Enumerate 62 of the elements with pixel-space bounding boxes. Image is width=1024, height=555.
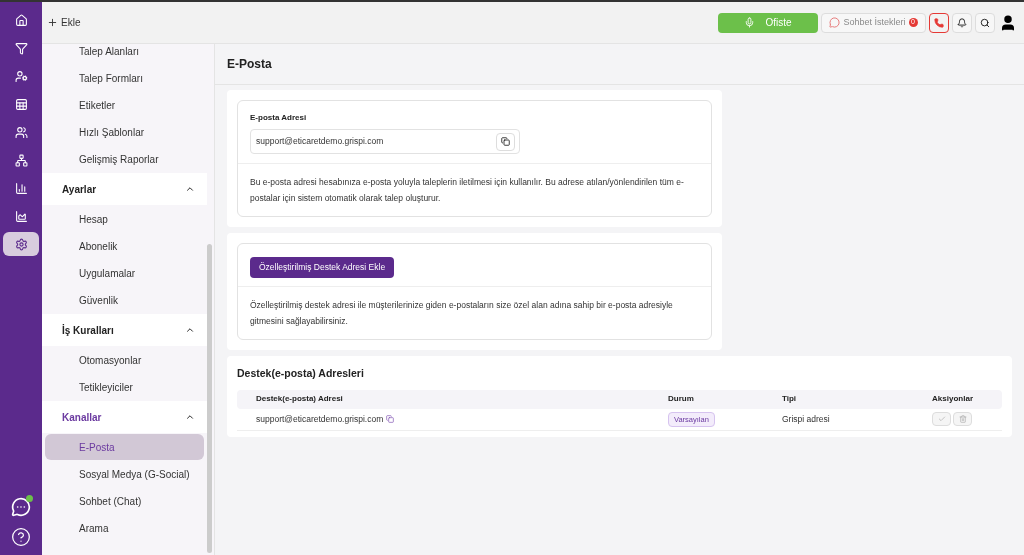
- section-header[interactable]: İş Kuralları: [62, 322, 114, 338]
- column-header: Aksiyonlar: [932, 393, 973, 406]
- copy-icon: [501, 137, 510, 146]
- settings-icon: [14, 237, 28, 251]
- phone-icon: [934, 17, 944, 28]
- sidebar-item[interactable]: Güvenlik: [45, 287, 204, 313]
- sidebar-item[interactable]: Talep Formları: [45, 65, 204, 91]
- sidebar-item[interactable]: E-Posta: [45, 434, 204, 460]
- description-text: Özelleştirilmiş destek adresi ile müşterilerinize giden e-postaların size özel alan adına sahip bir e-posta adresiyle gitmesini sağlayabilirsiniz.: [249, 298, 674, 328]
- trash-icon: [958, 415, 967, 424]
- nav-button[interactable]: [3, 232, 39, 256]
- section-title: Destek(e-posta) Adresleri: [237, 365, 365, 381]
- user-gear-icon: [14, 69, 28, 83]
- filter-icon: [14, 41, 28, 55]
- check-icon: [937, 415, 946, 424]
- bar-chart-icon: [14, 181, 28, 195]
- sidebar-item[interactable]: Hesap: [45, 206, 204, 232]
- sidebar-item[interactable]: Gelişmiş Raporlar: [45, 146, 204, 172]
- sidebar-item[interactable]: Sosyal Medya (G-Social): [45, 461, 204, 487]
- search-icon: [980, 17, 990, 28]
- sidebar-item[interactable]: Sohbet (Chat): [45, 488, 204, 514]
- help-icon[interactable]: [11, 527, 31, 547]
- field-label: E-posta Adresi: [250, 112, 308, 124]
- add-address-button[interactable]: Özelleştirilmiş Destek Adresi Ekle: [250, 256, 395, 278]
- sidebar-item[interactable]: Etiketler: [45, 92, 204, 118]
- column-header: Destek(e-posta) Adresi: [256, 393, 344, 406]
- chat-bubble-icon[interactable]: [11, 497, 31, 517]
- page-title: E-Posta: [227, 56, 272, 73]
- home-icon: [14, 13, 28, 27]
- message-icon: [829, 17, 841, 28]
- table-icon: [14, 97, 28, 111]
- notifications-button[interactable]: [952, 12, 972, 33]
- bell-icon: [957, 17, 967, 28]
- table-cell: support@eticaretdemo.grispi.com: [256, 412, 384, 426]
- scrollbar-thumb[interactable]: [207, 244, 212, 553]
- sidebar-item[interactable]: Arama: [45, 515, 204, 541]
- email-field[interactable]: support@eticaretdemo.grispi.com: [250, 129, 520, 154]
- plus-icon: [47, 17, 58, 28]
- sidebar-item[interactable]: Talep Alanları: [45, 44, 204, 64]
- copy-button[interactable]: [496, 132, 515, 151]
- description-text: Bu e-posta adresi hesabınıza e-posta yoluyla taleplerin iletilmesi için kullanılır. Bu adrese atılan/yönlendirilen tüm e-postalar için sistem otomatik olarak talep oluşturur.: [249, 176, 685, 205]
- column-header: Tipi: [782, 393, 798, 406]
- chevron-icon[interactable]: [185, 325, 195, 335]
- chevron-icon[interactable]: [185, 412, 195, 422]
- sidebar-item[interactable]: Uygulamalar: [45, 260, 204, 286]
- search-button[interactable]: [975, 12, 995, 33]
- table-cell-text: Grispi adresi: [782, 412, 831, 426]
- user-avatar-icon[interactable]: [999, 13, 1017, 32]
- sidebar-item[interactable]: Abonelik: [45, 233, 204, 259]
- section-header[interactable]: Kanallar: [62, 409, 102, 425]
- area-chart-icon: [14, 209, 28, 223]
- sidebar-item[interactable]: Otomasyonlar: [45, 347, 204, 373]
- users-icon: [14, 125, 28, 139]
- column-header: Durum: [668, 393, 695, 406]
- microphone-icon: [744, 17, 756, 28]
- hierarchy-icon: [14, 153, 28, 167]
- sidebar-item[interactable]: Hızlı Şablonlar: [45, 119, 204, 145]
- chevron-icon[interactable]: [185, 184, 195, 194]
- phone-button[interactable]: [929, 12, 949, 33]
- sidebar-item[interactable]: Tetikleyiciler: [45, 374, 204, 400]
- section-header[interactable]: Ayarlar: [62, 181, 97, 197]
- add-button[interactable]: Ekle: [47, 15, 81, 30]
